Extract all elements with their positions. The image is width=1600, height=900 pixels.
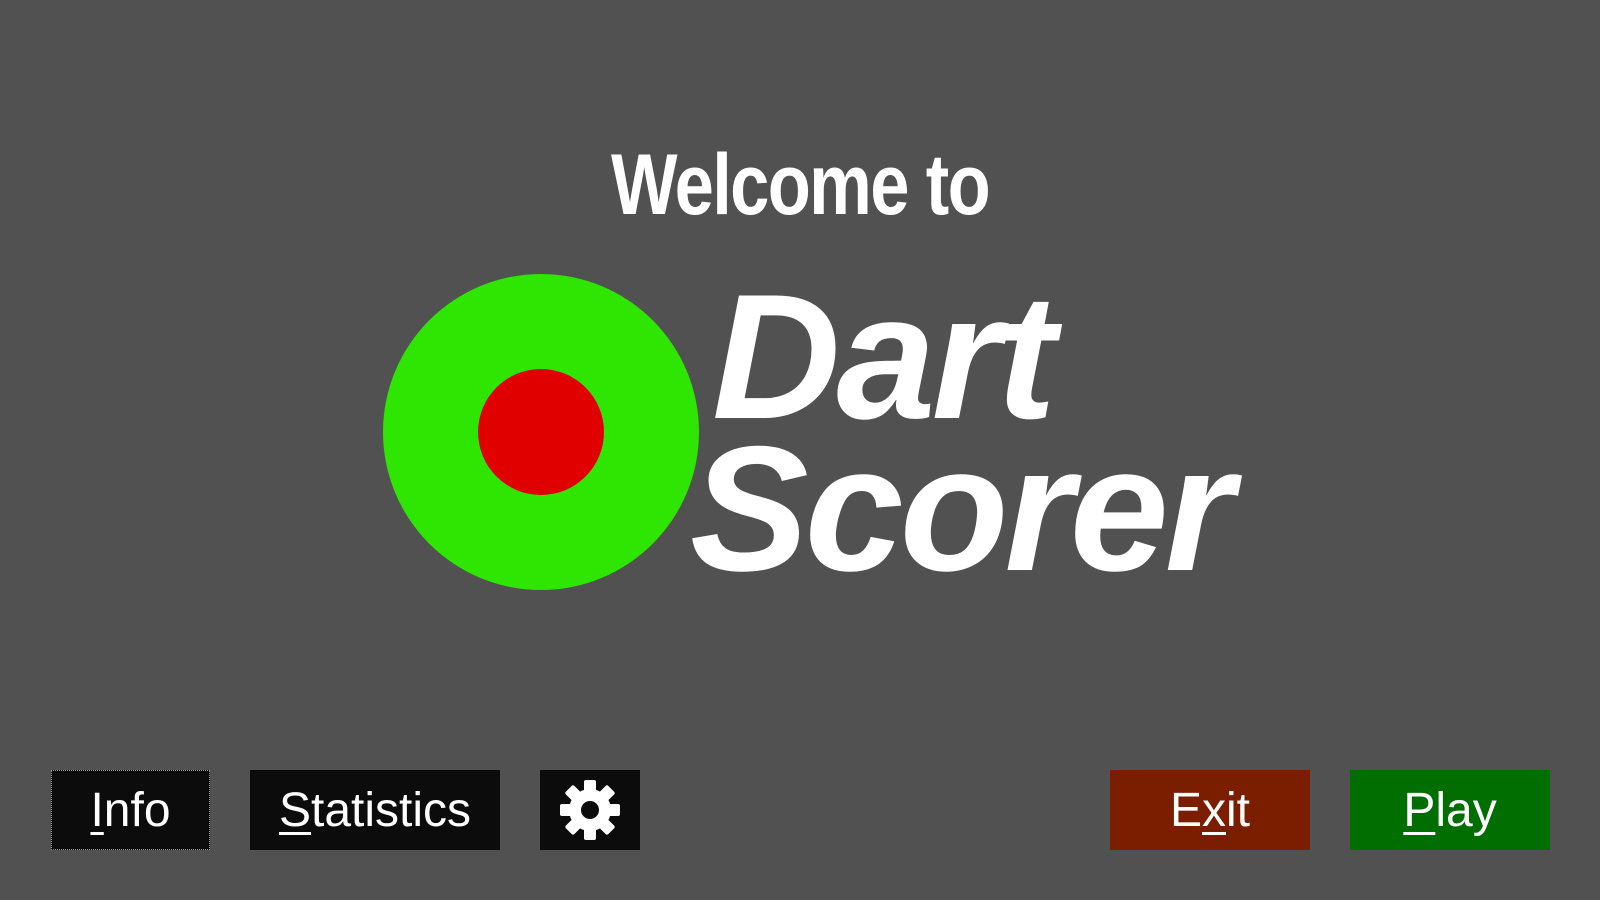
info-button-mnemonic: I xyxy=(90,783,104,837)
exit-button-label: it xyxy=(1226,783,1250,837)
app-title-line2: Scorer xyxy=(690,409,1234,608)
info-button-label: nfo xyxy=(103,783,171,837)
welcome-heading: Welcome to xyxy=(610,137,991,233)
info-button[interactable]: Info xyxy=(51,770,210,850)
statistics-button-mnemonic: S xyxy=(278,783,311,837)
exit-button-prefix: E xyxy=(1169,783,1202,837)
play-button[interactable]: Play xyxy=(1350,770,1550,850)
exit-button-mnemonic: x xyxy=(1202,783,1226,837)
dartboard-logo-icon xyxy=(383,274,699,590)
statistics-button[interactable]: Statistics xyxy=(250,770,500,850)
play-button-label: lay xyxy=(1435,783,1497,837)
settings-button[interactable] xyxy=(540,770,640,850)
exit-button[interactable]: Ex it xyxy=(1110,770,1310,850)
gear-icon xyxy=(560,780,620,840)
logo-bullseye xyxy=(478,369,604,495)
play-button-mnemonic: P xyxy=(1403,783,1436,837)
statistics-button-label: tatistics xyxy=(310,783,472,837)
